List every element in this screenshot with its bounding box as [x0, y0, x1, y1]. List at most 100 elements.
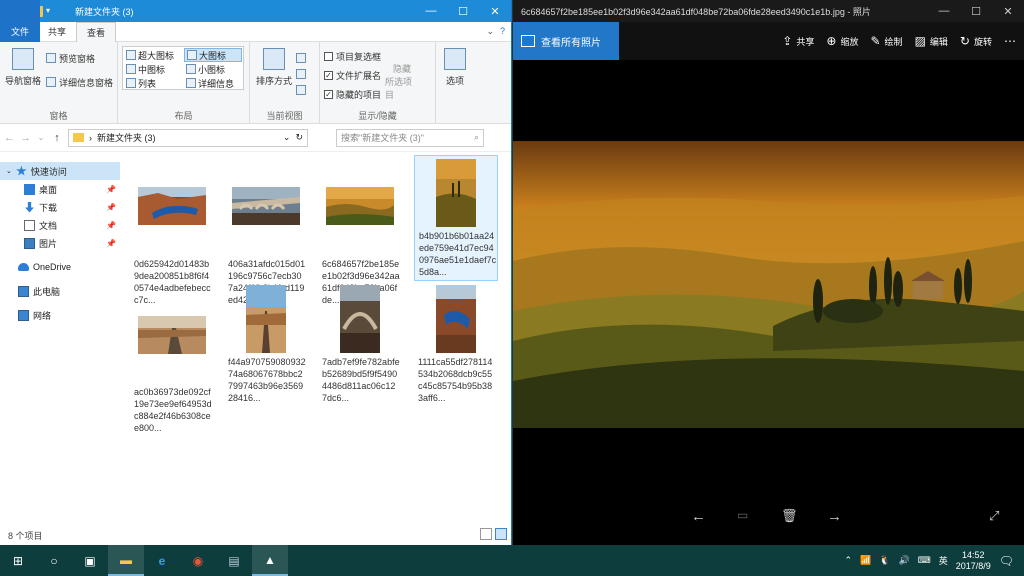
file-item[interactable]: 1111ca55df278114534b2068dcb9c55c45c85754…	[414, 282, 498, 408]
chevron-up-icon[interactable]: ⌃	[845, 555, 853, 566]
action-center-icon[interactable]: 🗨	[999, 554, 1014, 568]
checkbox-unchecked[interactable]	[324, 51, 333, 61]
photos-toolbar: 查看所有照片 ⇪ 共享 ⊕ 缩放 ✎ 绘制 ▨ 编辑 ↻ 旋转 ⋯	[513, 22, 1024, 60]
minimize-button[interactable]: —	[415, 0, 447, 22]
item-checkboxes-toggle[interactable]: 项目复选框	[324, 48, 381, 64]
hide-selected-label-2: 所选项目	[385, 77, 413, 100]
file-item[interactable]: 7adb7ef9fe782abfeb52689bd5f9f54904486d81…	[318, 282, 402, 408]
nav-item-quick-access[interactable]: ⌄ 快速访问	[0, 162, 120, 180]
edge-icon: e	[158, 553, 166, 568]
file-item[interactable]: 0d625942d01483b9dea200851b8f6f40574e4adb…	[130, 184, 214, 310]
ribbon-group-show-hide: 项目复选框 ✓ 文件扩展名 ✓ 隐藏的项目 隐藏 所选项目 显示/隐藏	[320, 42, 436, 124]
file-extensions-toggle[interactable]: ✓ 文件扩展名	[324, 67, 381, 83]
network-icon[interactable]: 📶	[860, 555, 871, 566]
maximize-button[interactable]: ☐	[447, 0, 479, 22]
layout-small-icons[interactable]: 小图标	[184, 62, 242, 76]
maximize-button[interactable]: ☐	[960, 0, 992, 22]
desktop-icon	[24, 183, 35, 195]
task-view-button[interactable]: ▣	[72, 545, 108, 576]
fullscreen-icon[interactable]: ⤢	[989, 508, 999, 524]
file-item[interactable]: f44a97075908093274a68067678bbc27997463b9…	[224, 282, 308, 408]
up-button[interactable]: ↑	[52, 132, 62, 144]
sort-by-label: 排序方式	[255, 76, 292, 86]
photo-tools: ⇪ 共享 ⊕ 缩放 ✎ 绘制 ▨ 编辑 ↻ 旋转 ⋯	[782, 22, 1016, 60]
tab-share[interactable]: 共享	[38, 22, 76, 42]
sort-by-button[interactable]: 排序方式	[254, 46, 294, 98]
clock[interactable]: 14:52 2017/8/9	[956, 550, 991, 572]
nav-label: 文档	[39, 220, 58, 231]
nav-item-documents[interactable]: 文档 📌	[0, 216, 120, 234]
nav-item-this-pc[interactable]: 此电脑	[0, 282, 120, 300]
layout-medium-icons[interactable]: 中图标	[124, 62, 182, 76]
delete-icon[interactable]: 🗑	[781, 508, 798, 524]
draw-button[interactable]: ✎ 绘制	[870, 34, 902, 48]
nav-item-downloads[interactable]: 下载 📌	[0, 198, 120, 216]
taskbar-file-explorer[interactable]: ▬	[108, 545, 144, 576]
chevron-down-icon[interactable]: ⌄	[283, 132, 291, 143]
hidden-items-toggle[interactable]: ✓ 隐藏的项目	[324, 86, 381, 102]
keyboard-icon[interactable]: ⌨	[918, 555, 931, 566]
group-by-button[interactable]	[296, 50, 306, 66]
previous-arrow-icon[interactable]: ←	[691, 508, 706, 525]
cortana-button[interactable]: ○	[36, 545, 72, 576]
layout-large-icons[interactable]: 大图标	[184, 48, 242, 62]
breadcrumb-current-folder[interactable]: 新建文件夹 (3)	[97, 131, 156, 144]
options-button[interactable]: 选项	[440, 46, 470, 87]
nav-item-network[interactable]: 网络	[0, 306, 120, 324]
layout-list[interactable]: 列表	[124, 76, 182, 90]
see-all-photos-button[interactable]: 查看所有照片	[513, 22, 619, 60]
zoom-button[interactable]: ⊕ 缩放	[826, 34, 858, 48]
close-button[interactable]: ✕	[992, 0, 1024, 22]
details-view-button[interactable]	[480, 528, 492, 540]
taskbar-app-red[interactable]: ◉	[180, 545, 216, 576]
slideshow-icon[interactable]: ▭	[737, 508, 748, 522]
share-button[interactable]: ⇪ 共享	[782, 34, 814, 48]
chevron-down-icon[interactable]: ⌄	[6, 167, 12, 175]
explorer-title-bar: ▾ 新建文件夹 (3) — ☐ ✕	[0, 0, 511, 22]
add-columns-icon	[296, 69, 306, 79]
more-button[interactable]: ⋯	[1004, 34, 1016, 48]
chevron-down-icon[interactable]: ▾	[46, 6, 57, 17]
add-columns-button[interactable]	[296, 66, 306, 82]
checkbox-checked[interactable]: ✓	[324, 70, 333, 80]
checkbox-checked[interactable]: ✓	[324, 89, 333, 99]
close-button[interactable]: ✕	[479, 0, 511, 22]
thumbnail-image	[326, 187, 394, 225]
input-method-indicator[interactable]: 英	[939, 554, 948, 567]
start-button[interactable]: ⊞	[0, 545, 36, 576]
chevron-down-icon[interactable]: ⌄	[486, 26, 494, 37]
taskbar-app-notepad[interactable]: ▤	[216, 545, 252, 576]
details-pane-button[interactable]: 详细信息窗格	[45, 74, 113, 90]
edit-button[interactable]: ▨ 编辑	[915, 34, 948, 48]
size-columns-button[interactable]	[296, 82, 306, 98]
extra-large-icons-icon	[126, 50, 136, 60]
nav-item-pictures[interactable]: 图片 📌	[0, 234, 120, 252]
forward-button[interactable]: →	[20, 132, 31, 144]
navigation-pane-button[interactable]: 导航窗格	[4, 46, 42, 90]
search-input[interactable]: 搜索"新建文件夹 (3)" ⌕	[336, 128, 484, 147]
layout-details[interactable]: 详细信息	[184, 76, 242, 90]
file-item[interactable]: ac0b36973de092cf19e73ee9ef64953dc884e2f4…	[130, 312, 214, 438]
recent-locations-button[interactable]: ⌄	[36, 133, 46, 142]
file-item-selected[interactable]: b4b901b6b01aa24ede759e41d7ec940976ae51e1…	[414, 155, 498, 281]
nav-item-onedrive[interactable]: OneDrive	[0, 258, 120, 276]
qq-icon[interactable]: 🐧	[879, 555, 890, 566]
large-icons-view-button[interactable]	[495, 528, 507, 540]
preview-pane-button[interactable]: 预览窗格	[45, 50, 113, 66]
nav-item-desktop[interactable]: 桌面 📌	[0, 180, 120, 198]
hide-selected-button[interactable]: 隐藏 所选项目	[385, 46, 419, 102]
volume-icon[interactable]: 🔊	[898, 555, 909, 566]
search-icon: ⌕	[473, 132, 479, 142]
refresh-icon[interactable]: ↻	[295, 132, 303, 143]
address-bar[interactable]: › 新建文件夹 (3) ⌄ ↻	[68, 128, 308, 147]
back-button[interactable]: ←	[4, 132, 15, 144]
next-arrow-icon[interactable]: →	[827, 508, 842, 525]
layout-extra-large-icons[interactable]: 超大图标	[124, 48, 182, 62]
help-icon[interactable]: ?	[500, 26, 505, 37]
more-icon: ⋯	[1004, 34, 1016, 48]
taskbar-edge[interactable]: e	[144, 545, 180, 576]
tab-view[interactable]: 查看	[76, 21, 117, 43]
minimize-button[interactable]: —	[928, 0, 960, 22]
rotate-button[interactable]: ↻ 旋转	[960, 34, 992, 48]
taskbar-photos[interactable]: ▲	[252, 545, 288, 576]
